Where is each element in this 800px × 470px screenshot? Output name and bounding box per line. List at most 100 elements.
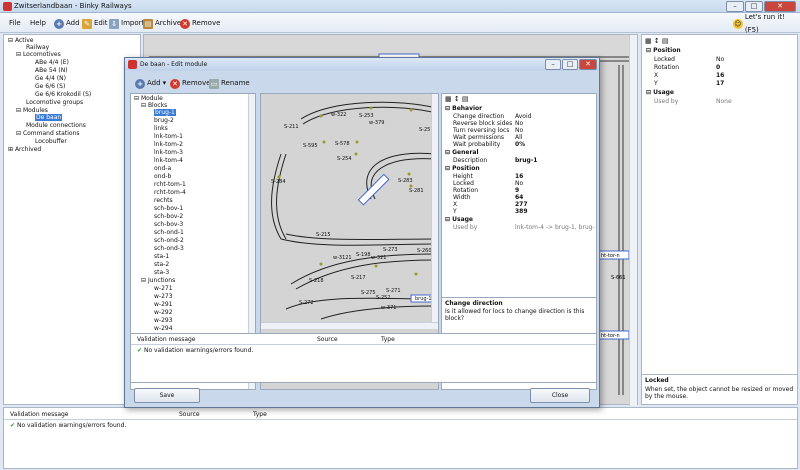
- tree-item-module[interactable]: ⊟ Module: [134, 95, 163, 102]
- minimize-button[interactable]: –: [726, 1, 744, 12]
- tree-item-locomotive-groups[interactable]: Locomotive groups: [26, 99, 83, 106]
- tree-item-block[interactable]: brug-1: [154, 109, 176, 116]
- prop-value[interactable]: 9: [515, 187, 519, 194]
- tree-item-junction[interactable]: w-293: [154, 317, 173, 324]
- tree-item-block[interactable]: sta-1: [154, 253, 169, 260]
- prop-value[interactable]: No: [515, 180, 523, 187]
- tree-item-modules[interactable]: ⊟ Modules: [16, 107, 48, 114]
- tree-item-loco[interactable]: Ge 6/6 Krokodil (S): [35, 91, 91, 98]
- tree-item-block[interactable]: brug-2: [154, 117, 174, 124]
- close-button[interactable]: Close: [530, 388, 590, 403]
- canvas-label: w-379: [369, 120, 384, 126]
- dialog-icon: [128, 60, 137, 69]
- prop-label: Change direction: [453, 113, 505, 120]
- tree-item-junction[interactable]: w-291: [154, 301, 173, 308]
- prop-value[interactable]: 16: [716, 72, 724, 79]
- archive-button[interactable]: ▤ Archive: [143, 17, 181, 30]
- import-button[interactable]: ⇩ Import: [109, 17, 144, 30]
- property-grid[interactable]: ▦ ↕ ▤ ⊟ Position Locked No Rotation 0 X …: [641, 34, 798, 405]
- tree-item-loco[interactable]: Ge 4/4 (N): [35, 75, 66, 82]
- validation-row: ✔ No validation warnings/errors found.: [10, 422, 127, 429]
- tree-item-block[interactable]: sch-bov-1: [154, 205, 183, 212]
- tree-item-railway[interactable]: Railway: [26, 44, 49, 51]
- dialog-remove-button[interactable]: ✕ Remove: [170, 77, 210, 90]
- project-tree[interactable]: ⊟ Active Railway ⊟ Locomotives ABe 4/4 (…: [3, 34, 141, 405]
- property-toolbar[interactable]: ▦ ↕ ▤: [445, 95, 469, 103]
- col-header-type[interactable]: Type: [381, 336, 395, 343]
- prop-label: Width: [453, 194, 471, 201]
- prop-value[interactable]: Avoid: [515, 113, 531, 120]
- add-button[interactable]: + Add: [54, 17, 80, 30]
- prop-value[interactable]: 16: [515, 173, 523, 180]
- tree-item-block[interactable]: sch-ond-1: [154, 229, 184, 236]
- tree-item-loco[interactable]: ABe 54 (N): [35, 67, 68, 74]
- prop-value[interactable]: 0%: [515, 141, 525, 148]
- tree-item-block[interactable]: sta-3: [154, 269, 169, 276]
- dialog-maximize-button[interactable]: □: [562, 59, 578, 70]
- col-header-message[interactable]: Validation message: [137, 336, 196, 343]
- tree-item-active[interactable]: ⊟ Active: [8, 37, 34, 44]
- prop-value[interactable]: 17: [716, 80, 724, 87]
- track-layout: S-211 w-322 S-253 w-379 S-257 S-595 S-57…: [271, 101, 438, 320]
- tree-item-archived[interactable]: ⊞ Archived: [8, 146, 41, 153]
- tree-item-block[interactable]: sch-bov-2: [154, 213, 183, 220]
- tree-item-block[interactable]: links: [154, 125, 168, 132]
- tree-item-locomotives[interactable]: ⊟ Locomotives: [16, 51, 61, 58]
- col-header-message[interactable]: Validation message: [10, 411, 69, 418]
- tree-item-block[interactable]: lnk-tom-4: [154, 157, 183, 164]
- tree-item-blocks[interactable]: ⊟ Blocks: [141, 102, 167, 109]
- tree-item-block[interactable]: ond-b: [154, 173, 171, 180]
- canvas-vscrollbar[interactable]: [431, 94, 438, 322]
- tree-item-command-stations[interactable]: ⊟ Command stations: [16, 130, 79, 137]
- save-button[interactable]: Save: [134, 388, 200, 403]
- tree-item-block[interactable]: sta-2: [154, 261, 169, 268]
- tree-item-block[interactable]: lnk-tom-2: [154, 141, 183, 148]
- prop-value[interactable]: All: [515, 134, 522, 141]
- tree-item-block[interactable]: ond-a: [154, 165, 171, 172]
- prop-value[interactable]: No: [716, 56, 724, 63]
- col-header-source[interactable]: Source: [317, 336, 338, 343]
- edit-button[interactable]: ✎ Edit: [82, 17, 108, 30]
- tree-item-block[interactable]: rcht-tom-1: [154, 181, 186, 188]
- tree-item-de-baan[interactable]: De baan: [35, 114, 63, 121]
- tree-item-block[interactable]: sch-ond-3: [154, 245, 184, 252]
- tree-item-junction[interactable]: w-273: [154, 293, 173, 300]
- canvas-label: S-198: [356, 252, 371, 258]
- col-header-type[interactable]: Type: [253, 411, 267, 418]
- prop-value[interactable]: 389: [515, 208, 528, 215]
- prop-value[interactable]: brug-1: [515, 157, 538, 164]
- tree-item-loco[interactable]: Ge 6/6 (S): [35, 83, 65, 90]
- tree-item-locobuffer[interactable]: Locobuffer: [35, 138, 67, 145]
- tree-item-block[interactable]: lnk-tom-1: [154, 133, 183, 140]
- prop-value[interactable]: No: [515, 120, 523, 127]
- desc-text: When set, the object cannot be resized o…: [645, 386, 794, 400]
- prop-value[interactable]: No: [515, 127, 523, 134]
- tree-item-block[interactable]: sch-bov-3: [154, 221, 183, 228]
- canvas-scrollbar[interactable]: [629, 35, 637, 406]
- col-header-source[interactable]: Source: [179, 411, 200, 418]
- prop-value[interactable]: 0: [716, 64, 720, 71]
- dialog-rename-button[interactable]: ▭ Rename: [209, 77, 250, 90]
- tree-item-junctions[interactable]: ⊟ Junctions: [141, 277, 175, 284]
- tree-item-block[interactable]: rcht-tom-4: [154, 189, 186, 196]
- tree-item-junction[interactable]: w-292: [154, 309, 173, 316]
- tree-item-junction[interactable]: w-294: [154, 325, 173, 332]
- tree-item-block[interactable]: rechts: [154, 197, 173, 204]
- tree-item-loco[interactable]: ABe 4/4 (E): [35, 59, 69, 66]
- prop-value[interactable]: 277: [515, 201, 528, 208]
- dialog-close-icon[interactable]: ✕: [579, 59, 597, 70]
- tree-item-block[interactable]: sch-ond-2: [154, 237, 184, 244]
- canvas-hscrollbar[interactable]: [261, 322, 438, 329]
- property-toolbar[interactable]: ▦ ↕ ▤: [645, 37, 669, 45]
- prop-value[interactable]: 64: [515, 194, 523, 201]
- menu-help[interactable]: Help: [30, 17, 46, 30]
- remove-button[interactable]: ✕ Remove: [180, 17, 220, 30]
- tree-item-module-connections[interactable]: Module connections: [26, 122, 86, 129]
- dialog-minimize-button[interactable]: –: [545, 59, 561, 70]
- dialog-add-button[interactable]: + Add ▾: [135, 77, 166, 90]
- run-button[interactable]: ☺ Let's run it! (F5): [733, 13, 800, 34]
- canvas-label: ht-tor-n: [601, 333, 620, 339]
- tree-item-junction[interactable]: w-271: [154, 285, 173, 292]
- menu-file[interactable]: File: [9, 17, 21, 30]
- tree-item-block[interactable]: lnk-tom-3: [154, 149, 183, 156]
